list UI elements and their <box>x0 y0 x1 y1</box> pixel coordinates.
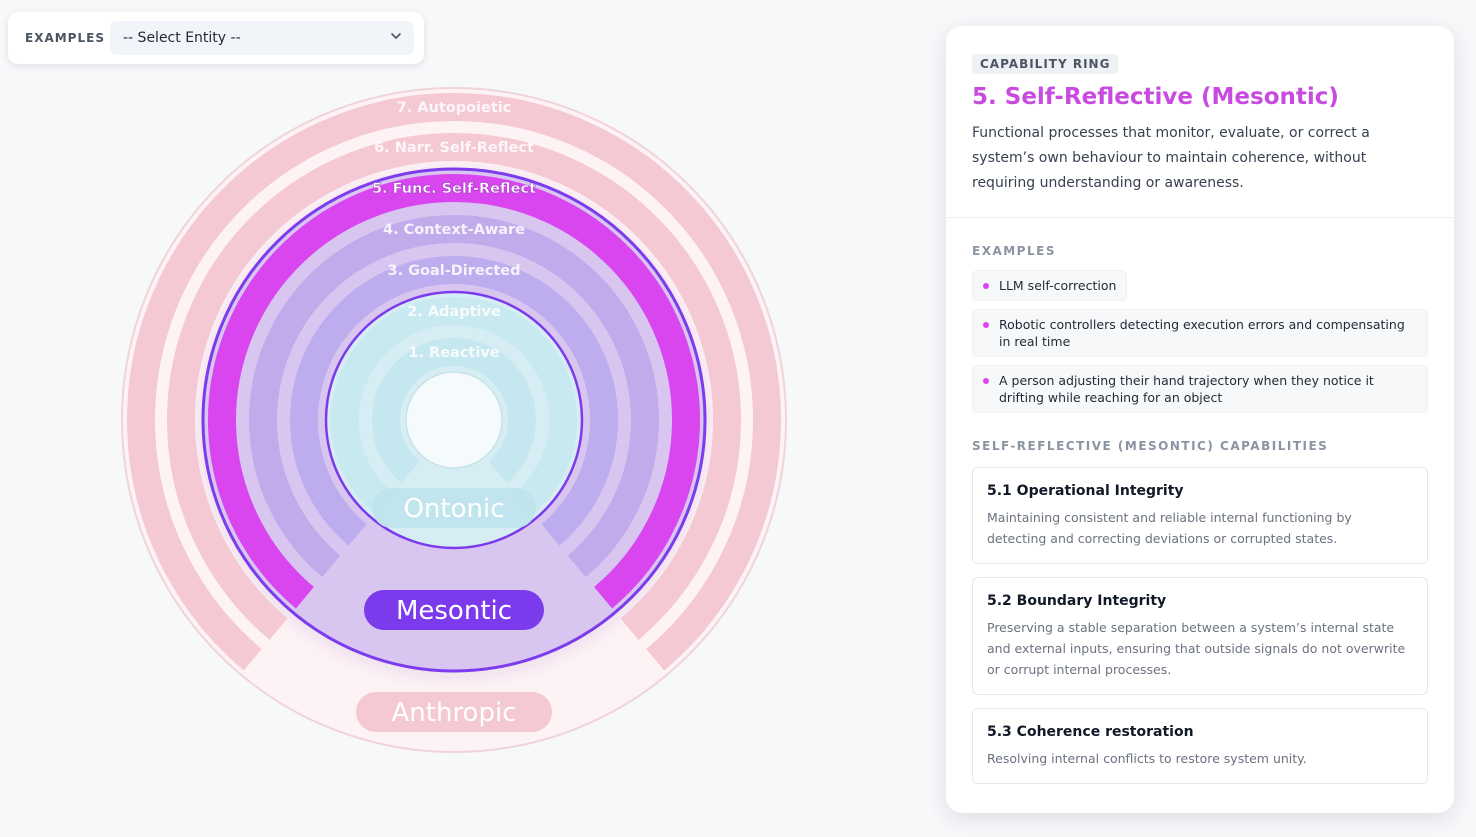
capability-description: Resolving internal conflicts to restore … <box>987 751 1307 766</box>
example-item: LLM self-correction <box>972 270 1128 301</box>
ring-label-7[interactable]: 7. Autopoietic <box>397 100 512 116</box>
capability-description: Maintaining consistent and reliable inte… <box>987 510 1352 546</box>
panel-description: Functional processes that monitor, evalu… <box>972 125 1370 191</box>
detail-panel: CAPABILITY RING 5. Self-Reflective (Meso… <box>946 26 1454 813</box>
capability-description: Preserving a stable separation between a… <box>987 620 1406 677</box>
capabilities-list: 5.1 Operational Integrity Maintaining co… <box>972 467 1428 784</box>
zone-label-mesontic: Mesontic <box>396 596 512 626</box>
capability-ring-badge: CAPABILITY RING <box>972 54 1119 74</box>
core-circle <box>405 371 503 469</box>
panel-title: 5. Self-Reflective (Mesontic) <box>972 84 1339 110</box>
ring-label-5[interactable]: 5. Func. Self-Reflect <box>372 181 537 197</box>
example-item: A person adjusting their hand trajectory… <box>972 365 1428 413</box>
capability-card: 5.3 Coherence restoration Resolving inte… <box>972 708 1428 784</box>
zone-label-ontonic: Ontonic <box>403 494 504 524</box>
ring-label-4[interactable]: 4. Context-Aware <box>383 222 525 238</box>
capabilities-section-title: SELF-REFLECTIVE (MESONTIC) CAPABILITIES <box>972 439 1329 453</box>
example-text: A person adjusting their hand trajectory… <box>999 373 1374 405</box>
capability-title: 5.2 Boundary Integrity <box>987 593 1167 609</box>
ring-label-2[interactable]: 2. Adaptive <box>407 304 501 320</box>
example-text: LLM self-correction <box>999 278 1117 293</box>
bullet-dot-icon <box>983 283 989 289</box>
ring-label-6[interactable]: 6. Narr. Self-Reflect <box>374 140 534 156</box>
bullet-dot-icon <box>983 378 989 384</box>
ring-label-3[interactable]: 3. Goal-Directed <box>387 263 520 279</box>
capability-ring-diagram: 7. Autopoietic 6. Narr. Self-Reflect 5. Fu… <box>121 87 787 753</box>
panel-header: CAPABILITY RING 5. Self-Reflective (Meso… <box>946 26 1454 218</box>
zone-label-anthropic: Anthropic <box>392 698 517 728</box>
example-item: Robotic controllers detecting execution … <box>972 309 1428 357</box>
panel-body: EXAMPLES LLM self-correction Robotic con… <box>946 218 1454 784</box>
capability-card: 5.1 Operational Integrity Maintaining co… <box>972 467 1428 564</box>
capability-card: 5.2 Boundary Integrity Preserving a stab… <box>972 577 1428 695</box>
examples-list: LLM self-correction Robotic controllers … <box>972 270 1428 413</box>
capability-title: 5.1 Operational Integrity <box>987 483 1184 499</box>
examples-section-title: EXAMPLES <box>972 244 1056 258</box>
example-text: Robotic controllers detecting execution … <box>999 317 1405 349</box>
bullet-dot-icon <box>983 322 989 328</box>
capability-title: 5.3 Coherence restoration <box>987 724 1194 740</box>
ring-label-1[interactable]: 1. Reactive <box>408 345 499 361</box>
